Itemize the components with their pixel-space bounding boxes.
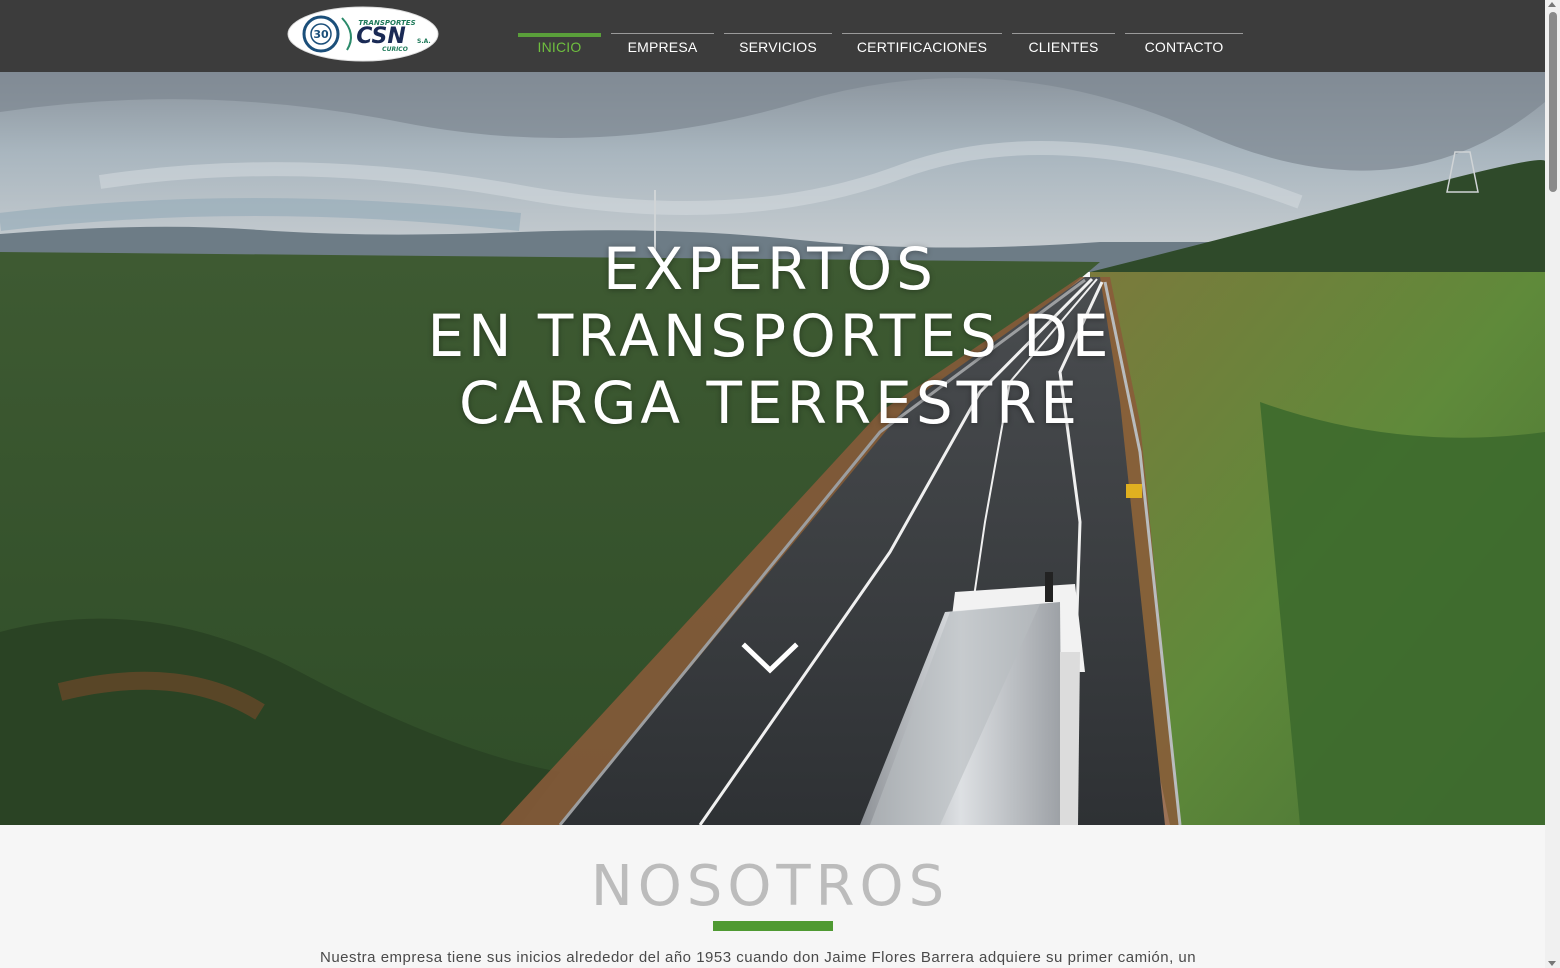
- scroll-down-icon[interactable]: [1548, 961, 1556, 966]
- chevron-down-icon[interactable]: [740, 640, 800, 678]
- nav-item-empresa[interactable]: EMPRESA: [611, 33, 714, 62]
- nav-item-clientes[interactable]: CLIENTES: [1012, 33, 1115, 62]
- nav-item-contacto[interactable]: CONTACTO: [1125, 33, 1243, 62]
- section-title: NOSOTROS: [590, 854, 950, 919]
- site-header: 30 TRANSPORTES CSN S.A. CURICO INICIO EM…: [0, 0, 1545, 72]
- hero-title: EXPERTOS EN TRANSPORTES DE CARGA TERREST…: [0, 236, 1540, 437]
- nav-item-inicio[interactable]: INICIO: [518, 33, 601, 65]
- hero-title-line-2: EN TRANSPORTES DE: [427, 302, 1113, 370]
- hero-banner: EXPERTOS EN TRANSPORTES DE CARGA TERREST…: [0, 72, 1545, 825]
- scrollbar-thumb[interactable]: [1549, 12, 1557, 192]
- nav-item-certificaciones[interactable]: CERTIFICACIONES: [842, 33, 1002, 62]
- hero-background-image: [0, 72, 1545, 825]
- nosotros-section: NOSOTROS Nuestra empresa tiene sus inici…: [0, 825, 1545, 968]
- logo-bottom-text: CURICO: [382, 46, 408, 53]
- hero-title-line-3: CARGA TERRESTRE: [458, 369, 1082, 437]
- section-paragraph: Nuestra empresa tiene sus inicios alrede…: [320, 949, 1197, 966]
- title-underline: [713, 921, 833, 931]
- hero-title-line-1: EXPERTOS: [603, 235, 937, 303]
- company-logo[interactable]: 30 TRANSPORTES CSN S.A. CURICO: [287, 6, 439, 62]
- logo-badge-number: 30: [313, 28, 329, 41]
- scroll-up-icon[interactable]: [1548, 2, 1556, 7]
- logo-suffix-text: S.A.: [417, 38, 431, 45]
- page-scrollbar[interactable]: [1545, 0, 1560, 968]
- nav-item-servicios[interactable]: SERVICIOS: [724, 33, 832, 62]
